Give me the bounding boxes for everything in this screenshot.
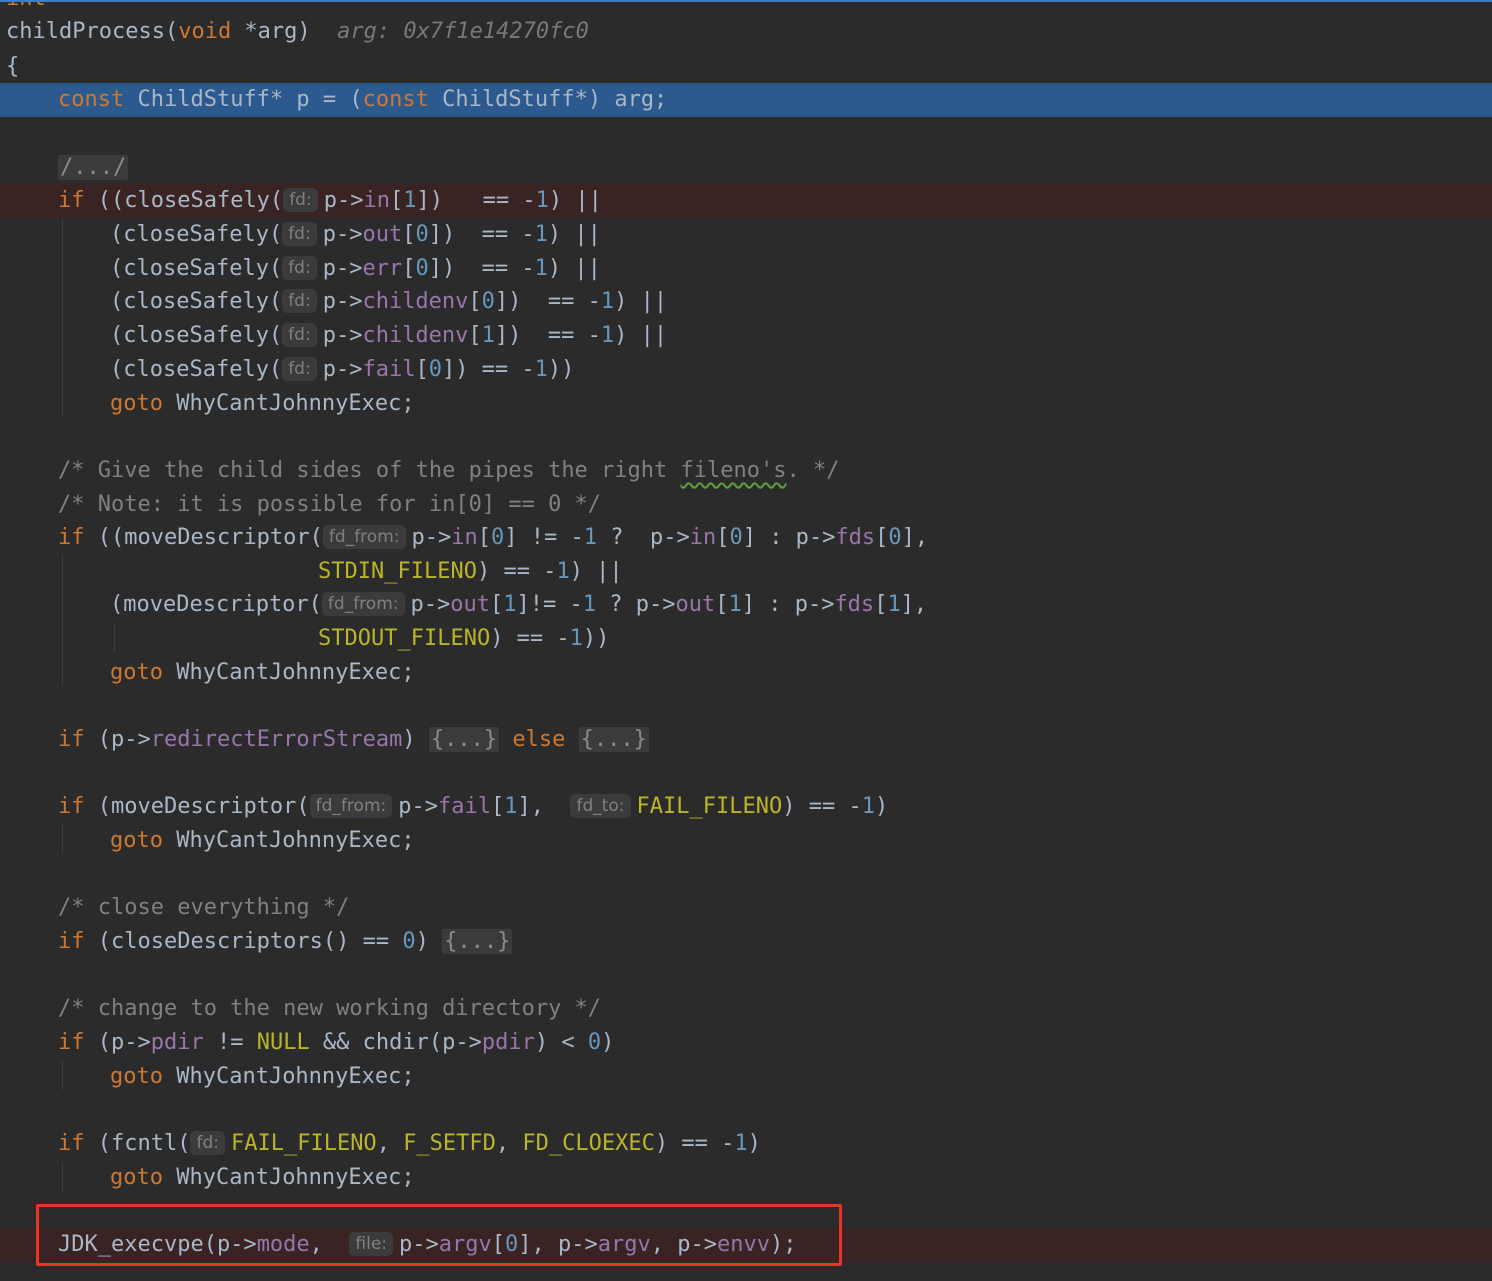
- parameter-hint: fd:: [282, 289, 317, 313]
- function-name: childProcess: [6, 19, 165, 44]
- parameter-hint: fd:: [282, 256, 317, 280]
- code-line[interactable]: (closeSafely(fd: p->childenv[0]) == -1) |…: [0, 285, 1492, 319]
- parameter-hint: fd:: [282, 357, 317, 381]
- code-line[interactable]: goto WhyCantJohnnyExec;: [0, 387, 1492, 421]
- code-line[interactable]: if (p->redirectErrorStream) {...} else {…: [0, 723, 1492, 757]
- parameter-hint: fd:: [283, 188, 318, 212]
- debug-value-hint: arg: 0x7f1e14270fc0: [337, 19, 589, 44]
- parameter-hint: fd_from:: [322, 525, 406, 549]
- code-line[interactable]: goto WhyCantJohnnyExec;: [0, 1060, 1492, 1094]
- spelling-warning: fileno's: [680, 458, 787, 483]
- code-line[interactable]: if (closeDescriptors() == 0) {...}: [0, 925, 1492, 959]
- parameter-hint: file:: [349, 1232, 394, 1256]
- code-line[interactable]: goto WhyCantJohnnyExec;: [0, 1161, 1492, 1195]
- code-line[interactable]: goto WhyCantJohnnyExec;: [0, 656, 1492, 690]
- code-line[interactable]: if (moveDescriptor(fd_from: p->fail[1], f…: [0, 790, 1492, 824]
- code-line[interactable]: (closeSafely(fd: p->err[0]) == -1) ||: [0, 252, 1492, 286]
- parameter-hint: fd_to:: [570, 794, 631, 818]
- code-line[interactable]: if ((moveDescriptor(fd_from: p->in[0] != …: [0, 521, 1492, 555]
- code-line[interactable]: childProcess(void *arg) arg: 0x7f1e14270…: [0, 15, 1492, 49]
- code-line[interactable]: goto WhyCantJohnnyExec;: [0, 824, 1492, 858]
- parameter-hint: fd_from:: [309, 794, 393, 818]
- parameter-hint: fd_from:: [321, 592, 405, 616]
- code-line[interactable]: STDIN_FILENO) == -1) ||: [0, 555, 1492, 589]
- code-line[interactable]: (closeSafely(fd: p->out[0]) == -1) ||: [0, 218, 1492, 252]
- breakpoint-line[interactable]: if ((closeSafely(fd: p->in[1]) == -1) ||: [0, 184, 1492, 218]
- code-line[interactable]: /* change to the new working directory *…: [0, 992, 1492, 1026]
- code-line[interactable]: if (p->pdir != NULL && chdir(p->pdir) < …: [0, 1026, 1492, 1060]
- code-line[interactable]: STDOUT_FILENO) == -1)): [0, 622, 1492, 656]
- current-execution-line[interactable]: const ChildStuff* p = (const ChildStuff*…: [0, 83, 1492, 117]
- folded-region[interactable]: {...}: [442, 929, 513, 954]
- code-line[interactable]: (closeSafely(fd: p->childenv[1]) == -1) |…: [0, 319, 1492, 353]
- code-editor[interactable]: int childProcess(void *arg) arg: 0x7f1e1…: [0, 0, 1492, 1281]
- code-line[interactable]: {: [0, 50, 1492, 84]
- parameter-hint: fd:: [282, 222, 317, 246]
- parameter-hint: fd:: [190, 1131, 225, 1155]
- breakpoint-line[interactable]: JDK_execvpe(p->mode, file: p->argv[0], p-…: [0, 1228, 1492, 1262]
- code-line[interactable]: (closeSafely(fd: p->fail[0]) == -1)): [0, 353, 1492, 387]
- code-line[interactable]: /* Note: it is possible for in[0] == 0 *…: [0, 488, 1492, 522]
- folded-region[interactable]: {...}: [428, 727, 500, 752]
- parameter-hint: fd:: [282, 323, 317, 347]
- folded-region[interactable]: /.../: [58, 155, 129, 180]
- code-line[interactable]: (moveDescriptor(fd_from: p->out[1]!= -1 ?…: [0, 588, 1492, 622]
- code-line[interactable]: if (fcntl(fd: FAIL_FILENO, F_SETFD, FD_CL…: [0, 1127, 1492, 1161]
- code-line[interactable]: /* Give the child sides of the pipes the…: [0, 454, 1492, 488]
- code-line[interactable]: /.../: [0, 151, 1492, 185]
- folded-region[interactable]: {...}: [578, 727, 649, 752]
- code-line[interactable]: /* close everything */: [0, 891, 1492, 925]
- clipped-return-type: int: [6, 2, 46, 11]
